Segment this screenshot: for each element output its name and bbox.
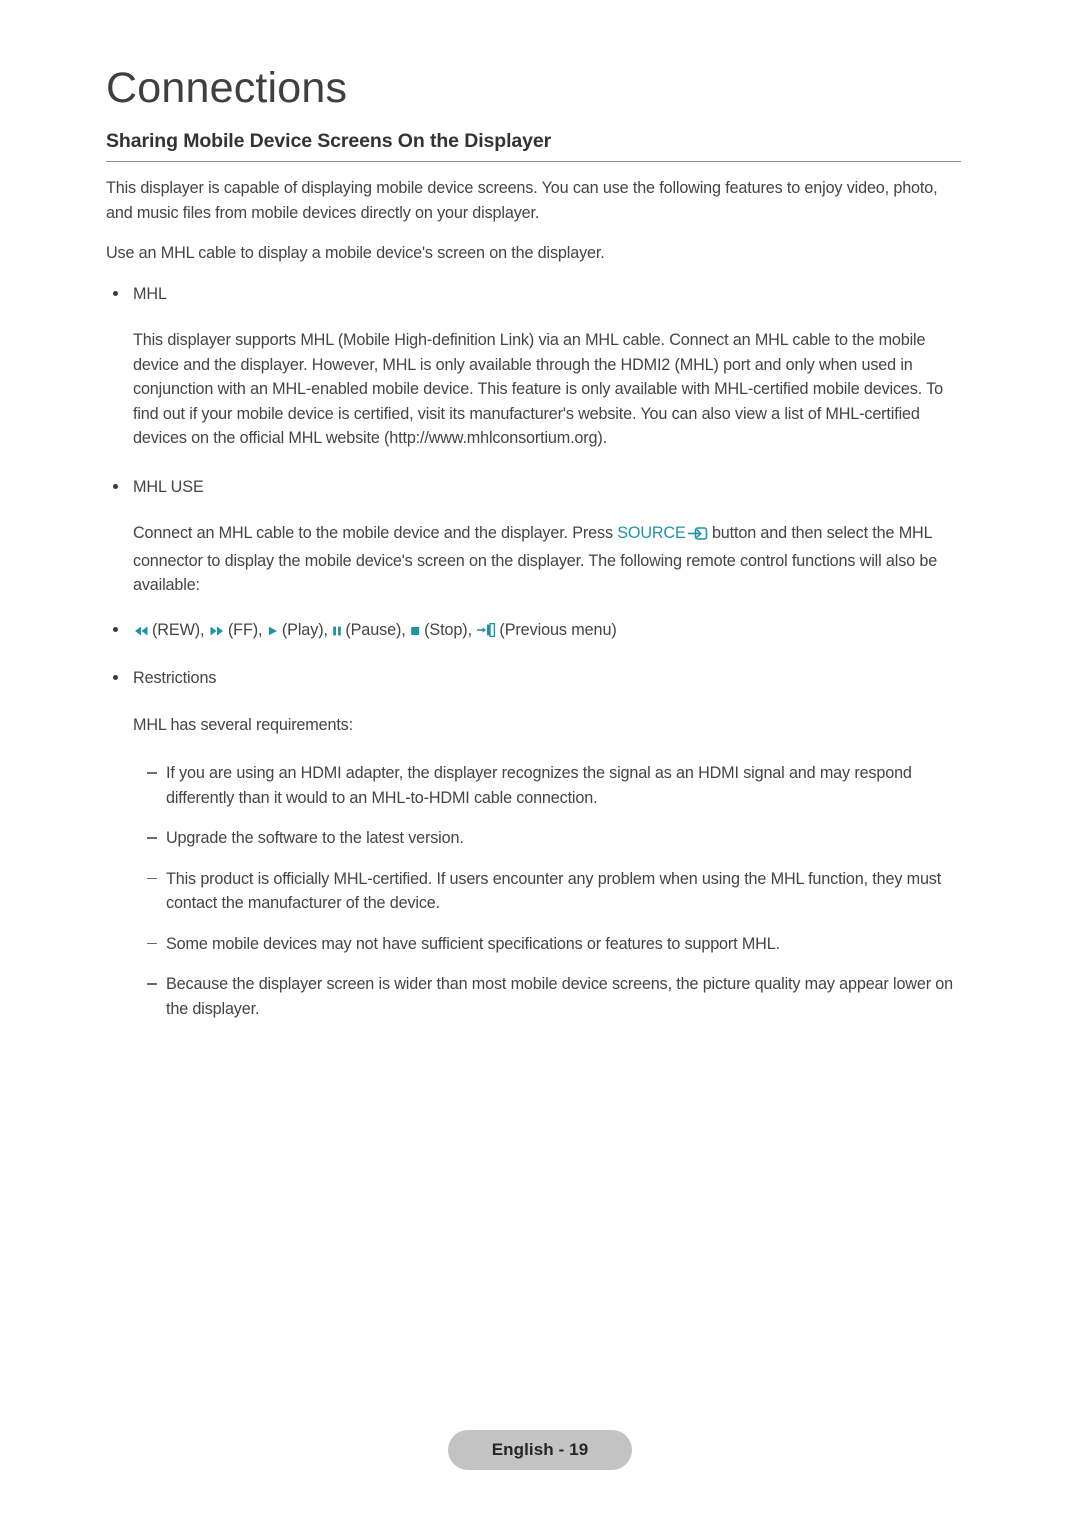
rewind-icon xyxy=(133,620,149,645)
mhl-use-text-before-source: Connect an MHL cable to the mobile devic… xyxy=(133,524,618,542)
list-item-restrictions: Restrictions xyxy=(106,666,961,691)
bullet-dot-icon xyxy=(113,626,118,632)
remote-functions-row: (REW), (FF), (Play), (Pause), (Stop), (P… xyxy=(106,618,961,645)
restriction-text: Some mobile devices may not have suffici… xyxy=(166,934,780,953)
dash-bullet-icon xyxy=(147,877,157,879)
bullet-dot-icon xyxy=(113,290,118,296)
fast-forward-icon xyxy=(209,620,225,645)
mhl-description-block: This displayer supports MHL (Mobile High… xyxy=(106,328,961,451)
fast-forward-label: (FF), xyxy=(227,620,263,639)
list-item-label: Restrictions xyxy=(133,669,217,687)
dash-bullet-icon xyxy=(147,772,157,774)
bullet-dot-icon xyxy=(113,675,118,680)
stop-label: (Stop), xyxy=(424,620,472,639)
remote-functions-list: (REW), (FF), (Play), (Pause), (Stop), (P… xyxy=(133,621,617,639)
stop-icon xyxy=(410,620,421,645)
restriction-text: This product is officially MHL-certified… xyxy=(166,869,942,913)
page-footer: English - 19 xyxy=(0,1430,1080,1470)
restriction-item: Upgrade the software to the latest versi… xyxy=(106,826,961,851)
dash-bullet-icon xyxy=(147,983,157,985)
list-item-label: MHL xyxy=(133,284,167,303)
restrictions-intro-block: MHL has several requirements: xyxy=(106,713,961,738)
source-icon xyxy=(687,524,708,549)
mhl-use-description: Connect an MHL cable to the mobile devic… xyxy=(133,521,961,598)
list-item-label: MHL USE xyxy=(133,477,204,496)
play-label: (Play), xyxy=(281,620,328,639)
restriction-text: Upgrade the software to the latest versi… xyxy=(166,829,464,847)
dash-bullet-icon xyxy=(147,837,157,839)
pause-icon xyxy=(332,620,342,645)
dash-bullet-icon xyxy=(147,942,157,944)
mhl-use-description-block: Connect an MHL cable to the mobile devic… xyxy=(106,521,961,598)
mhl-description: This displayer supports MHL (Mobile High… xyxy=(133,331,943,447)
restriction-item: This product is officially MHL-certified… xyxy=(106,867,961,916)
source-button-reference: SOURCE xyxy=(617,524,707,542)
restriction-text: Because the displayer screen is wider th… xyxy=(166,975,953,1018)
list-item-mhl-use: MHL USE xyxy=(106,475,961,500)
page-content: Connections Sharing Mobile Device Screen… xyxy=(106,62,961,1037)
restrictions-intro: MHL has several requirements: xyxy=(133,715,353,734)
source-label: SOURCE xyxy=(617,524,686,542)
chapter-title: Connections xyxy=(106,64,348,112)
bullet-dot-icon xyxy=(113,483,118,489)
restriction-item: Because the displayer screen is wider th… xyxy=(106,972,961,1021)
play-icon xyxy=(267,620,279,645)
mhl-cable-paragraph: Use an MHL cable to display a mobile dev… xyxy=(106,244,605,262)
pause-label: (Pause), xyxy=(345,620,406,639)
list-item-mhl: MHL xyxy=(106,282,961,307)
restriction-item: Some mobile devices may not have suffici… xyxy=(106,932,961,957)
section-heading: Sharing Mobile Device Screens On the Dis… xyxy=(106,130,552,152)
restriction-text: If you are using an HDMI adapter, the di… xyxy=(166,764,912,807)
page-number-badge: English - 19 xyxy=(447,1430,633,1470)
section-heading-rule xyxy=(106,161,961,162)
previous-menu-label: (Previous menu) xyxy=(499,620,617,639)
document-page: Connections Sharing Mobile Device Screen… xyxy=(0,0,1080,1519)
restriction-item: If you are using an HDMI adapter, the di… xyxy=(106,761,961,810)
rewind-label: (REW), xyxy=(152,620,205,639)
previous-menu-icon xyxy=(476,620,496,645)
intro-paragraph: This displayer is capable of displaying … xyxy=(106,179,938,222)
